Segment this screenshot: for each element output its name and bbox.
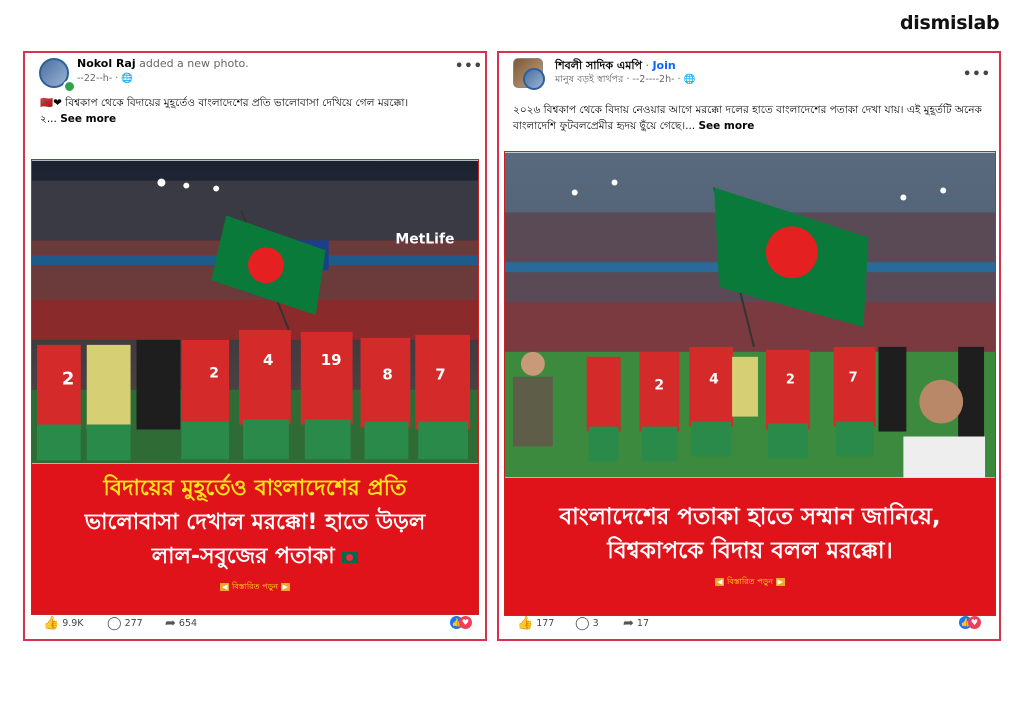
group-name[interactable]: মানুষ বড়ই স্বার্থপর [555,74,623,85]
banner-line-1: বাংলাদেশের পতাকা হাতে সম্মান জানিয়ে, [559,504,941,530]
author-name[interactable]: Nokol Raj [77,57,136,70]
banner-line-2: বিশ্বকাপকে বিদায় বলল মরক্কো। [607,538,893,564]
comment-button[interactable]: ◯ 3 [575,616,599,631]
comment-bubble-icon: ◯ [107,616,122,631]
online-status-dot [63,80,76,93]
svg-text:2: 2 [209,366,219,382]
like-button[interactable]: 👍 9.9K [43,616,84,631]
svg-text:4: 4 [709,372,719,388]
bangladesh-flag-icon [342,551,359,563]
headline-banner: বিদায়ের মুহূর্তেও বাংলাদেশের প্রতি ভালো… [32,464,478,614]
arrow-left-icon: ◀ [220,583,230,591]
read-more-label: ◀ বিস্তারিত পড়ুন ▶ [715,577,785,586]
comment-button[interactable]: ◯ 277 [107,616,143,631]
arrow-right-icon: ▶ [775,578,785,586]
caption-text: বিশ্বকাপ থেকে বিদায়ের মুহূর্তেও বাংলাদে… [65,97,409,109]
svg-text:2: 2 [654,378,664,394]
see-more-link[interactable]: See more [60,113,116,125]
comment-bubble-icon: ◯ [575,616,590,631]
svg-text:2: 2 [786,373,795,388]
svg-text:7: 7 [435,366,445,384]
author-name[interactable]: শিবলী সাদিক এমপি [555,59,642,72]
share-arrow-icon: ➦ [165,616,176,631]
svg-text:7: 7 [849,371,858,386]
svg-text:8: 8 [382,366,392,384]
like-button[interactable]: 👍 177 [517,616,554,631]
more-options-icon[interactable]: ••• [963,67,991,82]
post-actions-bar: 👍 177 ◯ 3 ➦ 17 👍♥ [499,613,999,633]
caption-more-prefix: ২... [40,113,57,125]
post-header: Nokol Raj added a new photo. [77,57,249,70]
globe-icon: 🌐 [121,73,134,84]
headline-banner: বাংলাদেশের পতাকা হাতে সম্মান জানিয়ে, বি… [505,478,995,615]
post-time[interactable]: · --2----2h- · [626,74,683,85]
avatar[interactable] [523,68,545,90]
banner-line-2: ভালোবাসা দেখাল মরক্কো! হাতে উড়ল [84,510,426,535]
post-actions-bar: 👍 9.9K ◯ 277 ➦ 654 👍♥ [25,613,485,633]
post-meta: মানুষ বড়ই স্বার্থপর · --2----2h- · 🌐 [555,73,695,88]
reactions-summary[interactable]: 👍♥ [959,616,981,629]
post-image[interactable]: 2 4 2 7 বাংলাদেশের পতাকা হাতে সম্মান জানিয… [504,151,996,616]
join-button[interactable]: Join [652,59,675,72]
dismislab-logo: dismislab [900,12,1000,34]
reactions-summary[interactable]: 👍♥ [450,616,472,629]
read-more-label: ◀ বিস্তারিত পড়ুন ▶ [220,582,290,591]
see-more-link[interactable]: See more [698,120,754,132]
thumbs-up-icon: 👍 [43,616,60,631]
post-caption: 🇲🇦❤ বিশ্বকাপ থেকে বিদায়ের মুহূর্তেও বাং… [40,95,470,127]
post-image[interactable]: MetLife 2 2 4 19 8 7 বিদায়ের মুহূর্তেও বা… [31,159,479,615]
banner-line-1: বিদায়ের মুহূর্তেও বাংলাদেশের প্রতি [103,476,407,501]
more-options-icon[interactable]: ••• [455,59,483,74]
svg-text:2: 2 [62,369,74,390]
svg-text:19: 19 [321,351,342,369]
love-reaction-icon: ♥ [459,616,472,629]
share-arrow-icon: ➦ [623,616,634,631]
svg-text:MetLife: MetLife [395,231,454,247]
post-meta: --22--h- · 🌐 [77,73,133,84]
share-button[interactable]: ➦ 17 [623,616,649,631]
post-action: added a new photo. [139,57,249,70]
stadium-photo: 2 4 2 7 [505,152,995,478]
arrow-right-icon: ▶ [280,583,290,591]
globe-icon: 🌐 [683,74,696,85]
facebook-post-card: শিবলী সাদিক এমপি · Join মানুষ বড়ই স্বার… [497,51,1001,641]
thumbs-up-icon: 👍 [517,616,534,631]
facebook-post-card: Nokol Raj added a new photo. --22--h- · … [23,51,487,641]
love-reaction-icon: ♥ [968,616,981,629]
share-button[interactable]: ➦ 654 [165,616,197,631]
post-caption: ২০২৬ বিশ্বকাপ থেকে বিদায় নেওয়ার আগে মর… [513,102,983,134]
stadium-photo: MetLife 2 2 4 19 8 7 [32,160,478,464]
flag-heart-emoji: 🇲🇦❤ [40,97,62,109]
banner-line-3: লাল-সবুজের পতাকা [32,540,478,574]
post-time[interactable]: --22--h- · [77,73,121,84]
svg-text:4: 4 [263,351,273,369]
arrow-left-icon: ◀ [715,578,725,586]
